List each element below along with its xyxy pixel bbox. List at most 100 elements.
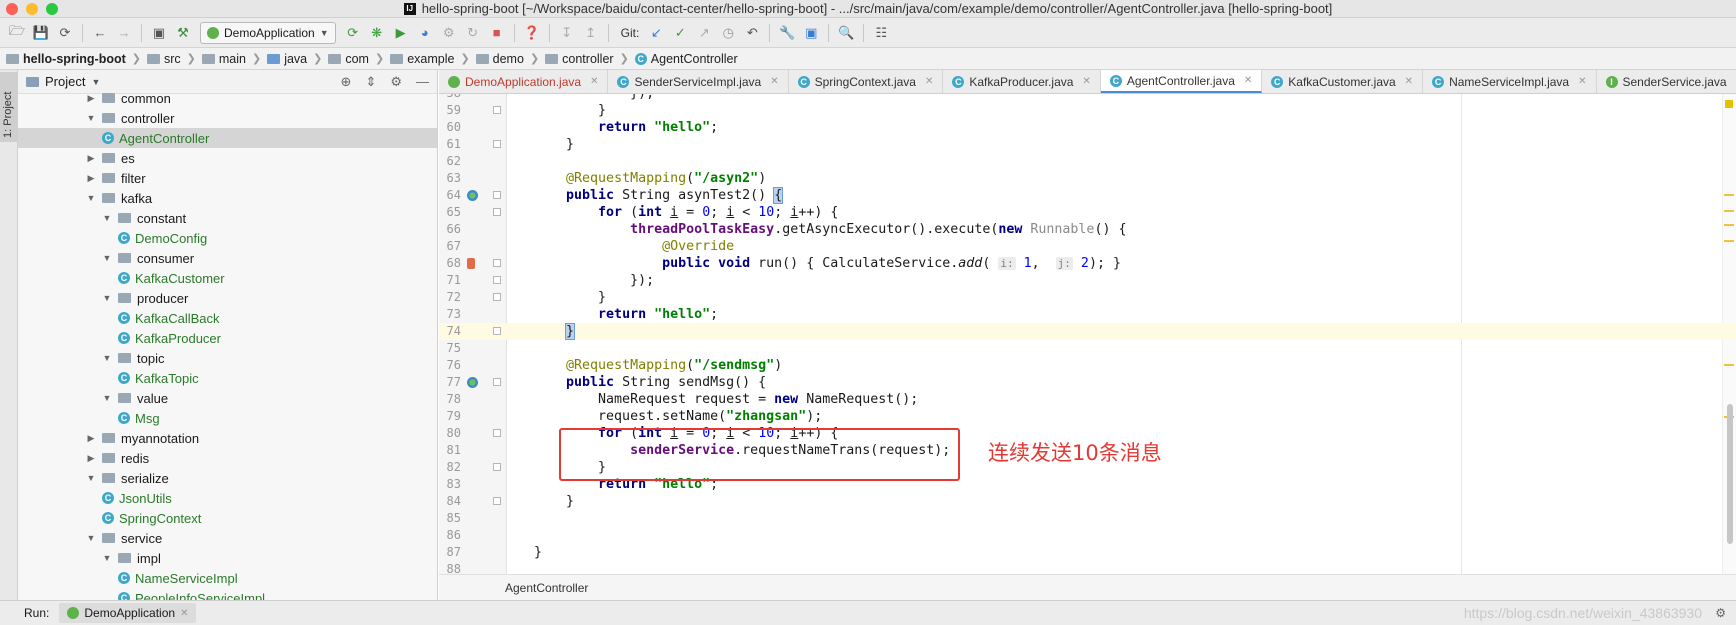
tree-folder-item[interactable]: ▼ serialize — [18, 468, 437, 488]
close-icon[interactable]: ✕ — [1244, 75, 1252, 86]
back-arrow-icon[interactable]: ← — [89, 22, 111, 44]
tree-folder-item[interactable]: ▶ common — [18, 88, 437, 108]
tree-class-item[interactable]: C DemoConfig — [18, 228, 437, 248]
breadcrumb-item[interactable]: demo — [475, 52, 524, 66]
close-icon[interactable]: ✕ — [770, 76, 778, 87]
project-tool-label[interactable]: 1: Project — [2, 92, 14, 138]
tree-class-item[interactable]: C AgentController — [18, 128, 437, 148]
sync-icon[interactable]: ⟳ — [54, 22, 76, 44]
update-app-icon[interactable]: ↻ — [462, 22, 484, 44]
expanded-arrow-icon[interactable]: ▼ — [102, 293, 112, 303]
run-tab-demoapplication[interactable]: DemoApplication ✕ — [59, 603, 197, 623]
fold-marker-icon[interactable] — [493, 497, 501, 505]
fold-marker-icon[interactable] — [493, 208, 501, 216]
code-line[interactable]: 73 return "hello"; — [439, 306, 1736, 323]
fold-marker-icon[interactable] — [493, 293, 501, 301]
fold-marker-icon[interactable] — [493, 327, 501, 335]
web-mapping-icon[interactable] — [467, 190, 478, 201]
code-line[interactable]: 67 @Override — [439, 238, 1736, 255]
editor-tab[interactable]: C KafkaProducer.java ✕ — [943, 70, 1101, 93]
gear-icon[interactable]: ⚙ — [1715, 606, 1726, 620]
fold-marker-icon[interactable] — [493, 429, 501, 437]
open-folder-icon[interactable]: 🗁 — [6, 22, 28, 44]
tree-folder-item[interactable]: ▶ es — [18, 148, 437, 168]
expanded-arrow-icon[interactable]: ▼ — [86, 193, 96, 203]
expanded-arrow-icon[interactable]: ▼ — [102, 213, 112, 223]
code-line[interactable]: 64 public String asynTest2() { — [439, 187, 1736, 204]
expanded-arrow-icon[interactable]: ▼ — [86, 533, 96, 543]
rerun-icon[interactable]: ⟳ — [342, 22, 364, 44]
vcs-operations-icon[interactable]: ☷ — [870, 22, 892, 44]
tree-folder-item[interactable]: ▼ impl — [18, 548, 437, 568]
fold-marker-icon[interactable] — [493, 191, 501, 199]
editor-breadcrumb-item[interactable]: AgentController — [505, 581, 588, 595]
collapsed-arrow-icon[interactable]: ▶ — [86, 153, 96, 164]
close-icon[interactable]: ✕ — [1082, 76, 1090, 87]
project-structure-icon[interactable]: ▣ — [148, 22, 170, 44]
tree-class-item[interactable]: C KafkaTopic — [18, 368, 437, 388]
breadcrumb-item[interactable]: controller — [545, 52, 614, 66]
tree-class-item[interactable]: C NameServiceImpl — [18, 568, 437, 588]
search-icon[interactable]: 🔍 — [835, 22, 857, 44]
code-line[interactable]: 72 } — [439, 289, 1736, 306]
expanded-arrow-icon[interactable]: ▼ — [102, 553, 112, 563]
code-line[interactable]: 78 NameRequest request = new NameRequest… — [439, 391, 1736, 408]
close-icon[interactable]: ✕ — [590, 76, 598, 87]
minimize-window-button[interactable] — [26, 3, 38, 15]
tree-folder-item[interactable]: ▼ topic — [18, 348, 437, 368]
code-line[interactable]: 59 } — [439, 102, 1736, 119]
tree-class-item[interactable]: C PeopleInfoServiceImpl — [18, 588, 437, 600]
tree-folder-item[interactable]: ▼ value — [18, 388, 437, 408]
breadcrumb-item[interactable]: java — [267, 52, 307, 66]
editor-tab[interactable]: C SpringContext.java ✕ — [789, 70, 944, 93]
code-line[interactable]: 60 return "hello"; — [439, 119, 1736, 136]
breadcrumb-item[interactable]: src — [146, 52, 181, 66]
close-window-button[interactable] — [6, 3, 18, 15]
close-icon[interactable]: ✕ — [1578, 76, 1586, 87]
rollback-icon[interactable]: ↶ — [741, 22, 763, 44]
fold-marker-icon[interactable] — [493, 259, 501, 267]
close-icon[interactable]: ✕ — [925, 76, 933, 87]
tree-folder-item[interactable]: ▼ controller — [18, 108, 437, 128]
profile-icon[interactable]: ◕ — [414, 22, 436, 44]
git-merge-icon[interactable]: ↗ — [693, 22, 715, 44]
tree-folder-item[interactable]: ▼ producer — [18, 288, 437, 308]
tree-folder-item[interactable]: ▶ myannotation — [18, 428, 437, 448]
run-configuration-select[interactable]: DemoApplication ▼ — [200, 21, 336, 44]
collapsed-arrow-icon[interactable]: ▶ — [86, 93, 96, 104]
editor-tab[interactable]: C NameServiceImpl.java ✕ — [1423, 70, 1597, 93]
history-clock-icon[interactable]: ◷ — [717, 22, 739, 44]
debug-bug-icon[interactable]: ❋ — [366, 22, 388, 44]
code-line[interactable]: 71 }); — [439, 272, 1736, 289]
project-settings-icon[interactable]: ▣ — [800, 22, 822, 44]
tree-class-item[interactable]: C SpringContext — [18, 508, 437, 528]
breadcrumb-item[interactable]: example — [390, 52, 454, 66]
tree-folder-item[interactable]: ▶ filter — [18, 168, 437, 188]
save-icon[interactable]: 💾 — [30, 22, 52, 44]
tree-class-item[interactable]: C KafkaProducer — [18, 328, 437, 348]
tree-folder-item[interactable]: ▼ consumer — [18, 248, 437, 268]
stop-icon[interactable]: ■ — [486, 22, 508, 44]
attach-debugger-icon[interactable]: ⚙ — [438, 22, 460, 44]
code-line[interactable]: 68 public void run() { CalculateService.… — [439, 255, 1736, 272]
code-line[interactable]: 85 — [439, 510, 1736, 527]
code-line[interactable]: 87} — [439, 544, 1736, 561]
expanded-arrow-icon[interactable]: ▼ — [86, 113, 96, 123]
fold-marker-icon[interactable] — [493, 140, 501, 148]
editor-tab[interactable]: C KafkaCustomer.java ✕ — [1262, 70, 1424, 93]
expanded-arrow-icon[interactable]: ▼ — [102, 353, 112, 363]
tree-class-item[interactable]: C KafkaCustomer — [18, 268, 437, 288]
code-line[interactable]: 58 }); — [439, 94, 1736, 102]
close-icon[interactable]: ✕ — [180, 608, 188, 619]
zoom-window-button[interactable] — [46, 3, 58, 15]
tree-class-item[interactable]: C JsonUtils — [18, 488, 437, 508]
tree-folder-item[interactable]: ▶ redis — [18, 448, 437, 468]
code-line[interactable]: 63 @RequestMapping("/asyn2") — [439, 170, 1736, 187]
tree-class-item[interactable]: C KafkaCallBack — [18, 308, 437, 328]
fold-marker-icon[interactable] — [493, 106, 501, 114]
code-line[interactable]: 62 — [439, 153, 1736, 170]
breadcrumb-item[interactable]: hello-spring-boot — [6, 52, 126, 66]
git-commit-check-icon[interactable]: ✓ — [669, 22, 691, 44]
collapsed-arrow-icon[interactable]: ▶ — [86, 173, 96, 184]
code-line[interactable]: 61 } — [439, 136, 1736, 153]
